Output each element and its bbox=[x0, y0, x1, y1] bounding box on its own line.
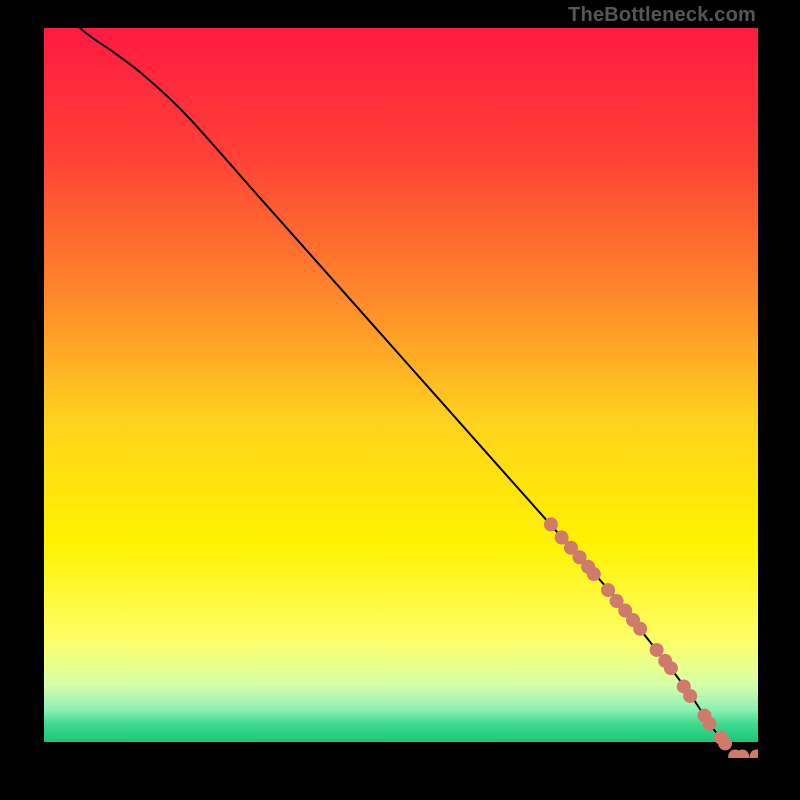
marker-point bbox=[587, 567, 601, 581]
marker-point bbox=[718, 736, 732, 750]
watermark: TheBottleneck.com bbox=[568, 4, 756, 27]
marker-point bbox=[664, 661, 678, 675]
marker-point bbox=[544, 517, 558, 531]
curve-layer bbox=[44, 28, 758, 758]
marker-point bbox=[683, 689, 697, 703]
marker-point bbox=[633, 622, 647, 636]
marker-point bbox=[750, 750, 758, 758]
plot-area bbox=[44, 28, 758, 758]
chart-frame: TheBottleneck.com bbox=[0, 0, 800, 800]
marker-point bbox=[702, 717, 716, 731]
bottleneck-points bbox=[544, 517, 758, 758]
marker-point bbox=[601, 583, 615, 597]
marker-point bbox=[650, 643, 664, 657]
